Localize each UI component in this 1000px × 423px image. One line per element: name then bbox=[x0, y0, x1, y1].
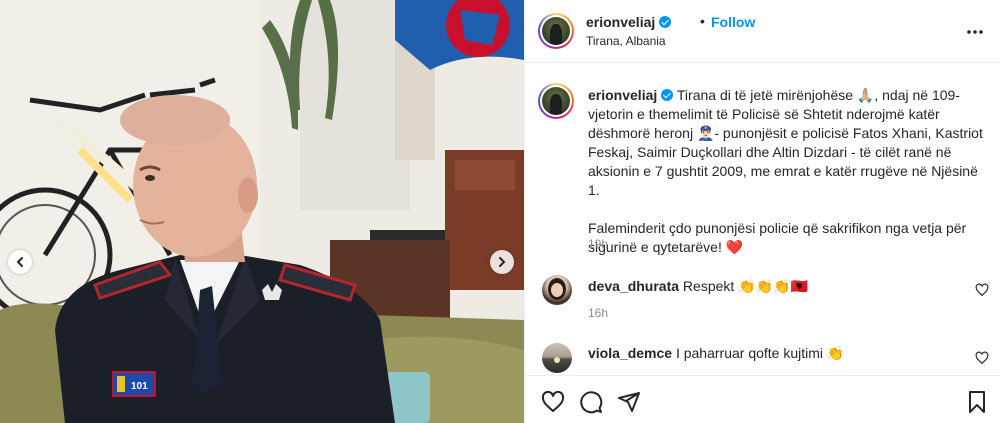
bookmark-icon[interactable] bbox=[965, 390, 989, 414]
verified-badge-icon bbox=[659, 16, 672, 28]
post-header: erionveliaj • Follow Tirana, Albania bbox=[525, 0, 1000, 63]
carousel-next-button[interactable] bbox=[490, 250, 514, 274]
post-location[interactable]: Tirana, Albania bbox=[586, 34, 666, 48]
share-icon[interactable] bbox=[617, 390, 641, 414]
comment-item: viola_demce I paharruar qofte kujtimi 👏 bbox=[588, 345, 844, 362]
comment-avatar[interactable] bbox=[542, 343, 572, 373]
caption-timestamp[interactable]: 19h bbox=[588, 237, 608, 251]
caption-text: Tirana di të jetë mirënjohëse 🙏🏼, ndaj n… bbox=[588, 87, 983, 198]
verified-badge-icon bbox=[661, 89, 674, 101]
chevron-left-icon bbox=[16, 257, 23, 267]
post-caption: erionveliaj Tirana di të jetë mirënjohës… bbox=[588, 86, 988, 257]
badge-number: 101 bbox=[131, 381, 148, 392]
separator-dot: • bbox=[700, 13, 705, 29]
follow-button[interactable]: Follow bbox=[711, 14, 755, 30]
post-action-bar bbox=[525, 375, 1000, 423]
post-photo: 101 bbox=[0, 0, 524, 423]
comment-text: Respekt 👏👏👏🇦🇱 bbox=[679, 278, 808, 294]
author-username-text[interactable]: erionveliaj bbox=[586, 14, 655, 30]
author-username[interactable]: erionveliaj bbox=[586, 14, 672, 30]
chevron-right-icon bbox=[499, 257, 506, 267]
caption-paragraph-2: Faleminderit çdo punonjësi policie që sa… bbox=[588, 220, 967, 255]
comment-username[interactable]: viola_demce bbox=[588, 345, 672, 361]
carousel-prev-button[interactable] bbox=[8, 250, 32, 274]
comment-icon[interactable] bbox=[579, 390, 603, 414]
more-options-icon[interactable] bbox=[965, 22, 985, 42]
caption-author-avatar[interactable] bbox=[538, 83, 574, 119]
comment-text: I paharruar qofte kujtimi 👏 bbox=[672, 345, 845, 361]
comment-timestamp[interactable]: 16h bbox=[588, 306, 608, 320]
comment-like-heart-icon[interactable] bbox=[975, 351, 989, 365]
post-side-panel: erionveliaj • Follow Tirana, Albania eri… bbox=[524, 0, 1000, 423]
post-media[interactable]: 101 bbox=[0, 0, 524, 423]
comment-like-heart-icon[interactable] bbox=[975, 283, 989, 297]
caption-username[interactable]: erionveliaj bbox=[588, 87, 657, 103]
heart-icon[interactable] bbox=[541, 390, 565, 414]
comment-item: deva_dhurata Respekt 👏👏👏🇦🇱 bbox=[588, 278, 808, 295]
caption-paragraph-1: erionveliaj Tirana di të jetë mirënjohës… bbox=[588, 86, 988, 200]
comment-username[interactable]: deva_dhurata bbox=[588, 278, 679, 294]
author-avatar[interactable] bbox=[538, 13, 574, 49]
comment-avatar[interactable] bbox=[542, 275, 572, 305]
